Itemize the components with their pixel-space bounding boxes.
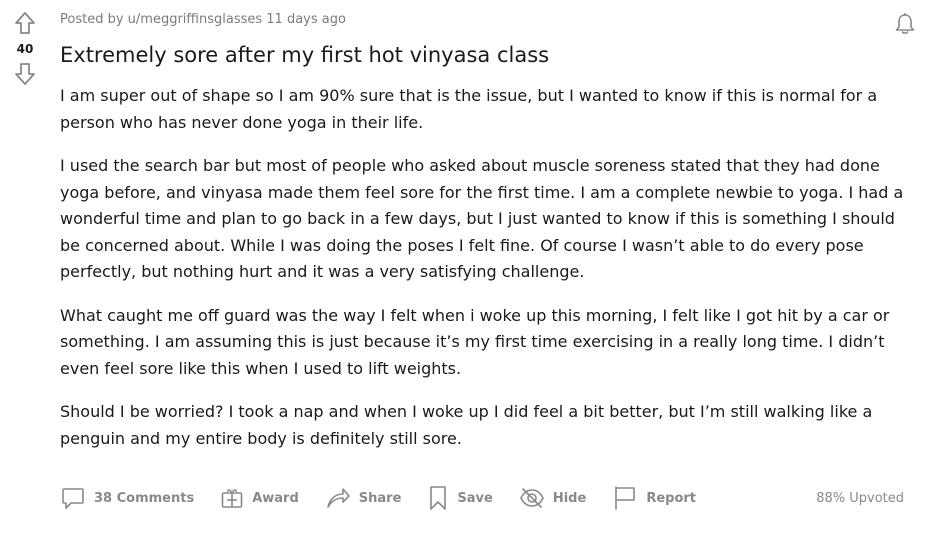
post-paragraph: I used the search bar but most of people… [60,156,904,281]
share-arrow-icon [326,488,350,508]
share-label: Share [358,490,402,506]
post-paragraph: I am super out of shape so I am 90% sure… [60,86,878,132]
upvote-button[interactable] [12,10,38,36]
share-button[interactable]: Share [325,482,402,514]
upvote-arrow-icon [15,12,35,34]
author-link[interactable]: u/meggriffinsglasses [128,12,262,27]
post-meta: Posted by u/meggriffinsglasses 11 days a… [60,12,910,28]
posted-by-label: Posted by [60,12,128,27]
downvote-button[interactable] [12,61,38,87]
upvote-ratio: 88% Upvoted [816,490,904,506]
post-paragraph: What caught me off guard was the way I f… [60,305,890,378]
flag-icon [615,486,636,510]
vote-count: 40 [16,42,34,56]
award-button[interactable]: Award [220,482,299,514]
notification-bell-button[interactable] [892,11,918,37]
comments-label: 38 Comments [94,490,195,506]
bookmark-icon [430,486,447,510]
downvote-arrow-icon [15,63,35,85]
comments-button[interactable]: 38 Comments [60,482,194,514]
post-action-bar: 38 Comments Award Share Save Hide Report… [60,482,910,514]
save-label: Save [457,490,493,506]
bell-icon [895,12,915,34]
vote-column: 40 [0,0,50,87]
hide-button[interactable]: Hide [519,482,586,514]
post-time[interactable]: 11 days ago [262,12,346,27]
eye-slash-icon [519,488,544,508]
comment-bubble-icon [62,488,84,509]
report-label: Report [646,490,697,506]
hide-label: Hide [552,490,587,506]
post-content: Posted by u/meggriffinsglasses 11 days a… [60,0,910,469]
award-label: Award [252,490,299,506]
gift-icon [221,489,243,508]
save-button[interactable]: Save [427,482,493,514]
post-body: I am super out of shape so I am 90% sure… [60,83,910,452]
report-button[interactable]: Report [612,482,696,514]
post-paragraph: Should I be worried? I took a nap and wh… [60,402,873,448]
post-title: Extremely sore after my first hot vinyas… [60,43,550,67]
